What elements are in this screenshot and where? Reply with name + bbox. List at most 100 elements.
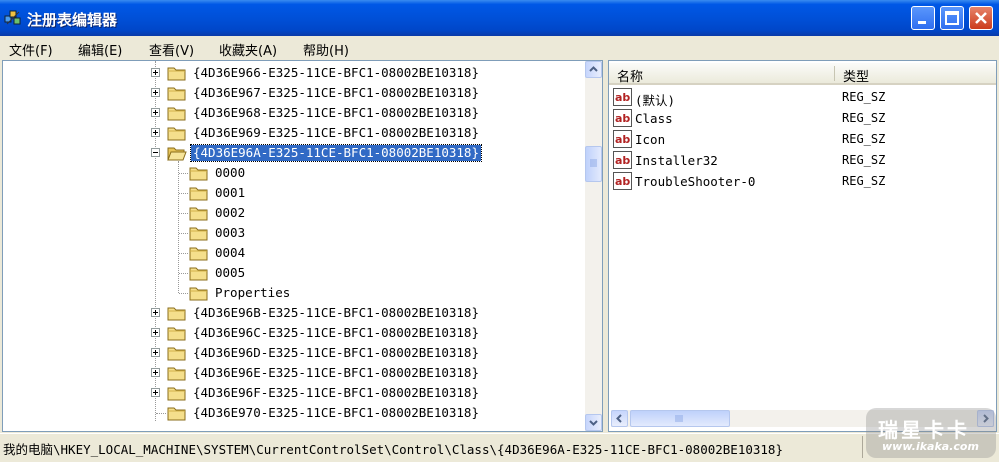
tree-node[interactable]: {4D36E967-E325-11CE-BFC1-08002BE10318} bbox=[3, 83, 583, 103]
tree-node[interactable]: {4D36E966-E325-11CE-BFC1-08002BE10318} bbox=[3, 63, 583, 83]
tree-guide-line bbox=[179, 273, 188, 275]
close-button[interactable] bbox=[969, 6, 993, 30]
tree-node-label[interactable]: {4D36E96B-E325-11CE-BFC1-08002BE10318} bbox=[191, 305, 481, 321]
tree-node-label[interactable]: {4D36E96A-E325-11CE-BFC1-08002BE10318} bbox=[190, 144, 482, 162]
value-type: REG_SZ bbox=[842, 111, 886, 125]
tree-node-child[interactable]: 0001 bbox=[3, 183, 583, 203]
tree-node-child[interactable]: Properties bbox=[3, 283, 583, 303]
string-value-icon: ab bbox=[613, 88, 632, 106]
minimize-button[interactable] bbox=[911, 6, 935, 30]
column-type-label: 类型 bbox=[843, 70, 870, 85]
svg-text:ab: ab bbox=[615, 91, 630, 104]
value-name: (默认) bbox=[635, 93, 676, 108]
tree-node-child[interactable]: 0005 bbox=[3, 263, 583, 283]
tree-node-label[interactable]: 0000 bbox=[213, 165, 247, 181]
tree-node[interactable]: {4D36E96D-E325-11CE-BFC1-08002BE10318} bbox=[3, 343, 583, 363]
folder-icon bbox=[167, 346, 187, 361]
folder-icon bbox=[189, 266, 209, 281]
menu-edit[interactable]: 编辑(E) bbox=[78, 40, 122, 59]
folder-open-icon bbox=[167, 146, 187, 161]
tree-node-label[interactable]: {4D36E968-E325-11CE-BFC1-08002BE10318} bbox=[191, 105, 481, 121]
tree-node[interactable]: {4D36E970-E325-11CE-BFC1-08002BE10318} bbox=[3, 403, 583, 423]
window-title: 注册表编辑器 bbox=[27, 11, 118, 29]
tree-node[interactable]: {4D36E969-E325-11CE-BFC1-08002BE10318} bbox=[3, 123, 583, 143]
tree-guide-line bbox=[179, 293, 188, 295]
tree-guide-line bbox=[179, 253, 188, 255]
status-path: 我的电脑\HKEY_LOCAL_MACHINE\SYSTEM\CurrentCo… bbox=[3, 442, 783, 457]
value-type: REG_SZ bbox=[842, 90, 886, 104]
expand-icon[interactable] bbox=[151, 348, 160, 357]
scroll-thumb[interactable] bbox=[585, 146, 602, 182]
tree-guide-line bbox=[179, 173, 188, 175]
expand-icon[interactable] bbox=[151, 388, 160, 397]
value-row[interactable]: ab TroubleShooter-0 REG_SZ bbox=[613, 171, 993, 192]
menu-help[interactable]: 帮助(H) bbox=[303, 40, 349, 59]
value-row[interactable]: ab Installer32 REG_SZ bbox=[613, 150, 993, 171]
folder-icon bbox=[167, 126, 187, 141]
registry-values-pane[interactable]: 名称 类型 ab (默认) REG_SZ ab Class REG_SZ ab Icon REG… bbox=[608, 60, 997, 432]
tree-node[interactable]: {4D36E96C-E325-11CE-BFC1-08002BE10318} bbox=[3, 323, 583, 343]
tree-node-label[interactable]: 0004 bbox=[213, 245, 247, 261]
title-bar[interactable]: 注册表编辑器 bbox=[0, 0, 999, 36]
expand-icon[interactable] bbox=[151, 368, 160, 377]
tree-node-child[interactable]: 0002 bbox=[3, 203, 583, 223]
tree-node-label[interactable]: 0002 bbox=[213, 205, 247, 221]
tree-node-child[interactable]: 0000 bbox=[3, 163, 583, 183]
tree-node-label[interactable]: 0001 bbox=[213, 185, 247, 201]
tree-node-label[interactable]: {4D36E969-E325-11CE-BFC1-08002BE10318} bbox=[191, 125, 481, 141]
folder-icon bbox=[167, 66, 187, 81]
menu-file[interactable]: 文件(F) bbox=[9, 40, 53, 59]
tree-node-child[interactable]: 0003 bbox=[3, 223, 583, 243]
tree-node[interactable]: {4D36E96A-E325-11CE-BFC1-08002BE10318} bbox=[3, 143, 583, 163]
horizontal-scroll-thumb[interactable] bbox=[630, 410, 730, 427]
expand-icon[interactable] bbox=[151, 88, 160, 97]
tree-node[interactable]: {4D36E968-E325-11CE-BFC1-08002BE10318} bbox=[3, 103, 583, 123]
value-row[interactable]: ab Icon REG_SZ bbox=[613, 129, 993, 150]
menu-favorites[interactable]: 收藏夹(A) bbox=[219, 40, 277, 59]
watermark-logo: 瑞星卡卡 www.ikaka.com bbox=[866, 408, 996, 458]
collapse-icon[interactable] bbox=[151, 148, 160, 157]
watermark-url: www.ikaka.com bbox=[882, 440, 979, 453]
tree-node[interactable]: {4D36E96E-E325-11CE-BFC1-08002BE10318} bbox=[3, 363, 583, 383]
expand-icon[interactable] bbox=[151, 308, 160, 317]
value-row[interactable]: ab (默认) REG_SZ bbox=[613, 87, 993, 108]
scroll-up-button[interactable] bbox=[585, 61, 602, 78]
watermark-text: 瑞星卡卡 bbox=[878, 418, 970, 442]
tree-node-label[interactable]: 0005 bbox=[213, 265, 247, 281]
string-value-icon: ab bbox=[613, 109, 632, 127]
tree-node-label[interactable]: Properties bbox=[213, 285, 292, 301]
tree-node-label[interactable]: {4D36E96E-E325-11CE-BFC1-08002BE10318} bbox=[191, 365, 481, 381]
svg-text:ab: ab bbox=[615, 112, 630, 125]
folder-icon bbox=[167, 306, 187, 321]
value-type: REG_SZ bbox=[842, 132, 886, 146]
scroll-down-button[interactable] bbox=[585, 414, 602, 431]
tree-node-label[interactable]: {4D36E966-E325-11CE-BFC1-08002BE10318} bbox=[191, 65, 481, 81]
maximize-button[interactable] bbox=[940, 6, 964, 30]
expand-icon[interactable] bbox=[151, 328, 160, 337]
tree-node-child[interactable]: 0004 bbox=[3, 243, 583, 263]
folder-icon bbox=[167, 406, 187, 421]
column-header-name[interactable]: 名称 bbox=[609, 63, 835, 85]
tree-node-label[interactable]: 0003 bbox=[213, 225, 247, 241]
registry-tree-pane[interactable]: {4D36E966-E325-11CE-BFC1-08002BE10318} {4… bbox=[2, 60, 603, 432]
menu-view[interactable]: 查看(V) bbox=[149, 40, 194, 59]
string-value-icon: ab bbox=[613, 130, 632, 148]
tree-node-label[interactable]: {4D36E96C-E325-11CE-BFC1-08002BE10318} bbox=[191, 325, 481, 341]
column-header-type[interactable]: 类型 bbox=[835, 63, 996, 85]
tree-vertical-scrollbar[interactable] bbox=[585, 61, 602, 431]
expand-icon[interactable] bbox=[151, 128, 160, 137]
expand-icon[interactable] bbox=[151, 68, 160, 77]
value-name: Installer32 bbox=[635, 153, 718, 168]
tree-node[interactable]: {4D36E96B-E325-11CE-BFC1-08002BE10318} bbox=[3, 303, 583, 323]
minimize-icon bbox=[918, 21, 926, 24]
folder-icon bbox=[167, 86, 187, 101]
value-row[interactable]: ab Class REG_SZ bbox=[613, 108, 993, 129]
scroll-left-button[interactable] bbox=[611, 410, 628, 427]
status-separator bbox=[862, 436, 863, 458]
tree-node-label[interactable]: {4D36E970-E325-11CE-BFC1-08002BE10318} bbox=[191, 405, 481, 421]
tree-node[interactable]: {4D36E96F-E325-11CE-BFC1-08002BE10318} bbox=[3, 383, 583, 403]
tree-node-label[interactable]: {4D36E96D-E325-11CE-BFC1-08002BE10318} bbox=[191, 345, 481, 361]
tree-node-label[interactable]: {4D36E96F-E325-11CE-BFC1-08002BE10318} bbox=[191, 385, 481, 401]
tree-node-label[interactable]: {4D36E967-E325-11CE-BFC1-08002BE10318} bbox=[191, 85, 481, 101]
expand-icon[interactable] bbox=[151, 108, 160, 117]
